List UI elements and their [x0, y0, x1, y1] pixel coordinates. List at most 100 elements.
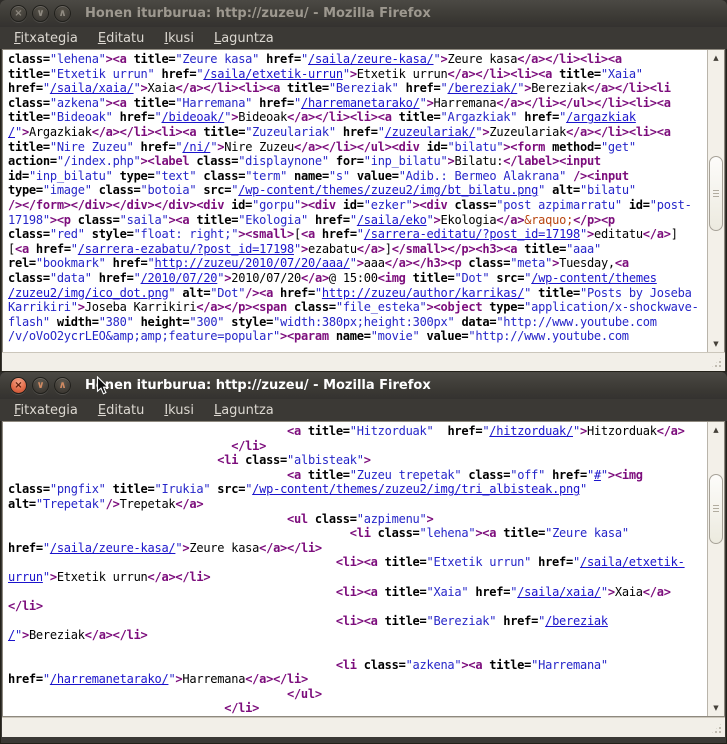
source-code-line: </ul> — [8, 687, 707, 702]
source-code-line: /></form></div></div></div><div id="gorp… — [8, 198, 707, 213]
source-link[interactable]: /sarrera-ezabatu/?post_id=17198 — [78, 242, 294, 256]
source-view-top[interactable]: class="lehena"><a title="Zeure kasa" hre… — [2, 49, 725, 353]
source-code-line: /">Argazkiak</a></li><li><a title="Zuzeu… — [8, 125, 707, 140]
source-code-line: flash" width="380" height="300" style="w… — [8, 315, 707, 330]
source-link[interactable]: / — [8, 628, 15, 642]
source-link[interactable]: / — [8, 125, 15, 139]
source-link[interactable]: /saila/eko — [357, 213, 427, 227]
source-code-line: rel="bookmark" href="http://zuzeu/2010/0… — [8, 256, 707, 271]
scroll-up-icon[interactable]: ▲ — [708, 51, 724, 65]
source-link[interactable]: /hitzorduak/ — [489, 424, 573, 438]
titlebar-top[interactable]: × ∨ ∧ Honen iturburua: http://zuzeu/ - M… — [0, 0, 727, 27]
source-link[interactable]: /wp-content/themes/zuzeu2/img/tri_albist… — [252, 482, 580, 496]
resize-grip-top[interactable] — [710, 356, 723, 369]
source-code-line: href="/saila/zeure-kasa/">Zeure kasa</a>… — [8, 541, 707, 556]
source-link[interactable]: /bereziak/ — [447, 81, 517, 95]
scroll-down-icon[interactable]: ▼ — [708, 701, 724, 715]
scrollbar-thumb-bottom[interactable] — [709, 474, 723, 544]
source-code-line: title="Etxetik urrun" href="/saila/etxet… — [8, 67, 707, 82]
source-link[interactable]: /harremanetarako/ — [301, 96, 420, 110]
maximize-icon[interactable]: ∧ — [54, 5, 71, 22]
source-link[interactable]: /saila/etxetik-urrun — [203, 67, 343, 81]
source-code-line: class="lehena"><a title="Zeure kasa" hre… — [8, 52, 707, 67]
window-title-top: Honen iturburua: http://zuzeu/ - Mozilla… — [85, 6, 431, 21]
source-link[interactable]: /argazkiak — [566, 110, 636, 124]
source-code-line: href="/saila/xaia/">Xaia</a></li><li><a … — [8, 81, 707, 96]
menubar-bottom: FitxategiaEditatuIkusiLaguntza — [0, 399, 727, 421]
source-code-line: Karrikiri">Joseba Karrikiri</a></p><span… — [8, 300, 707, 315]
source-code-line: <ul class="azpimenu"> — [8, 512, 707, 527]
source-code-line: title="Nire Zuzeu" href="/ni/">Nire Zuze… — [8, 140, 707, 155]
source-link[interactable]: /wp-content/themes — [531, 271, 657, 285]
source-code-line: type="image" class="botoia" src="/wp-con… — [8, 183, 707, 198]
source-code-line: urrun">Etxetik urrun</a></li> — [8, 570, 707, 585]
source-link[interactable]: /wp-content/themes/zuzeu2/img/bt_bilatu.… — [238, 183, 538, 197]
scroll-down-icon[interactable]: ▼ — [708, 337, 724, 351]
source-link[interactable]: /saila/etxetik- — [580, 555, 685, 569]
statusbar-bottom — [2, 717, 725, 737]
source-code-line: [<a href="/sarrera-ezabatu/?post_id=1719… — [8, 242, 707, 257]
source-link[interactable]: urrun — [8, 570, 43, 584]
source-code-line: /zuzeu2/img/ico_dot.png" alt="Dot"/><a h… — [8, 286, 707, 301]
source-link[interactable]: /zuzeulariak/ — [385, 125, 476, 139]
source-code-top[interactable]: class="lehena"><a title="Zeure kasa" hre… — [3, 50, 707, 352]
scrollbar-thumb-top[interactable] — [709, 156, 723, 231]
source-window-bottom: × ∨ ∧ Honen iturburua: http://zuzeu/ - M… — [0, 372, 727, 744]
source-code-line: class="azkena"><a title="Harremana" href… — [8, 96, 707, 111]
source-code-line: title="Bideoak" href="/bideoak/">Bideoak… — [8, 110, 707, 125]
source-link[interactable]: /saila/zeure-kasa/ — [308, 52, 434, 66]
source-link[interactable]: /harremanetarako/ — [50, 672, 169, 686]
source-code-line: </li> — [8, 599, 707, 614]
source-link[interactable]: /saila/xaia/ — [50, 81, 134, 95]
source-link[interactable]: http://zuzeu/author/karrikas/ — [322, 286, 524, 300]
minimize-icon[interactable]: ∨ — [32, 5, 49, 22]
source-code-line: <li><a title="Etxetik urrun" href="/sail… — [8, 555, 707, 570]
source-code-line: <li><a title="Xaia" href="/saila/xaia/">… — [8, 585, 707, 600]
source-view-bottom[interactable]: <a title="Hitzorduak" href="/hitzorduak/… — [2, 421, 725, 717]
menubar-top: FitxategiaEditatuIkusiLaguntza — [0, 27, 727, 49]
scroll-up-icon[interactable]: ▲ — [708, 423, 724, 437]
source-code-line: </li> — [8, 701, 707, 716]
source-code-line — [8, 643, 707, 658]
source-link[interactable]: # — [594, 468, 601, 482]
source-link[interactable]: /2010/07/20 — [141, 271, 218, 285]
maximize-icon[interactable]: ∧ — [54, 377, 71, 394]
source-window-top: × ∨ ∧ Honen iturburua: http://zuzeu/ - M… — [0, 0, 727, 372]
menu-editatu[interactable]: Editatu — [88, 29, 154, 48]
source-link[interactable]: /ni/ — [182, 140, 210, 154]
menu-editatu[interactable]: Editatu — [88, 401, 154, 420]
source-link[interactable]: http://zuzeu/2010/07/20/aaa/ — [155, 256, 350, 270]
source-link[interactable]: /saila/zeure-kasa/ — [50, 541, 176, 555]
source-link[interactable]: /zuzeu2/img/ico_dot.png — [8, 286, 168, 300]
source-code-line: id="inp_bilatu" type="text" class="term"… — [8, 169, 707, 184]
menu-fitxategia[interactable]: Fitxategia — [4, 29, 88, 48]
statusbar-top — [2, 352, 725, 371]
resize-grip-bottom[interactable] — [710, 722, 723, 735]
menu-fitxategia[interactable]: Fitxategia — [4, 401, 88, 420]
menu-laguntza[interactable]: Laguntza — [204, 29, 284, 48]
source-code-line: <li><a title="Bereziak" href="/bereziak — [8, 614, 707, 629]
minimize-icon[interactable]: ∨ — [32, 377, 49, 394]
vertical-scrollbar-bottom[interactable]: ▲ ▼ — [707, 422, 724, 716]
source-code-line: href="/harremanetarako/">Harremana</a></… — [8, 672, 707, 687]
source-code-line: class="data" href="/2010/07/20">2010/07/… — [8, 271, 707, 286]
window-title-bottom: Honen iturburua: http://zuzeu/ - Mozilla… — [85, 378, 431, 393]
source-link[interactable]: /saila/xaia/ — [517, 585, 601, 599]
source-code-line: action="/index.php"><label class="displa… — [8, 154, 707, 169]
source-link[interactable]: /bereziak — [545, 614, 608, 628]
menu-ikusi[interactable]: Ikusi — [154, 29, 204, 48]
menu-laguntza[interactable]: Laguntza — [204, 401, 284, 420]
source-code-bottom[interactable]: <a title="Hitzorduak" href="/hitzorduak/… — [3, 422, 707, 716]
source-code-line: <li class="lehena"><a title="Zeure kasa" — [8, 526, 707, 541]
vertical-scrollbar-top[interactable]: ▲ ▼ — [707, 50, 724, 352]
source-code-line: <li class="azkena"><a title="Harremana" — [8, 658, 707, 673]
source-link[interactable]: /bideoak/ — [161, 110, 224, 124]
source-code-line: </li> — [8, 439, 707, 454]
source-code-line: alt="Trepetak"/>Trepetak</a> — [8, 497, 707, 512]
window-controls-bottom: × ∨ ∧ — [10, 377, 71, 394]
titlebar-bottom[interactable]: × ∨ ∧ Honen iturburua: http://zuzeu/ - M… — [0, 372, 727, 399]
source-link[interactable]: /sarrera-editatu/?post_id=17198 — [364, 227, 580, 241]
close-icon[interactable]: × — [10, 5, 27, 22]
menu-ikusi[interactable]: Ikusi — [154, 401, 204, 420]
close-icon[interactable]: × — [10, 377, 27, 394]
